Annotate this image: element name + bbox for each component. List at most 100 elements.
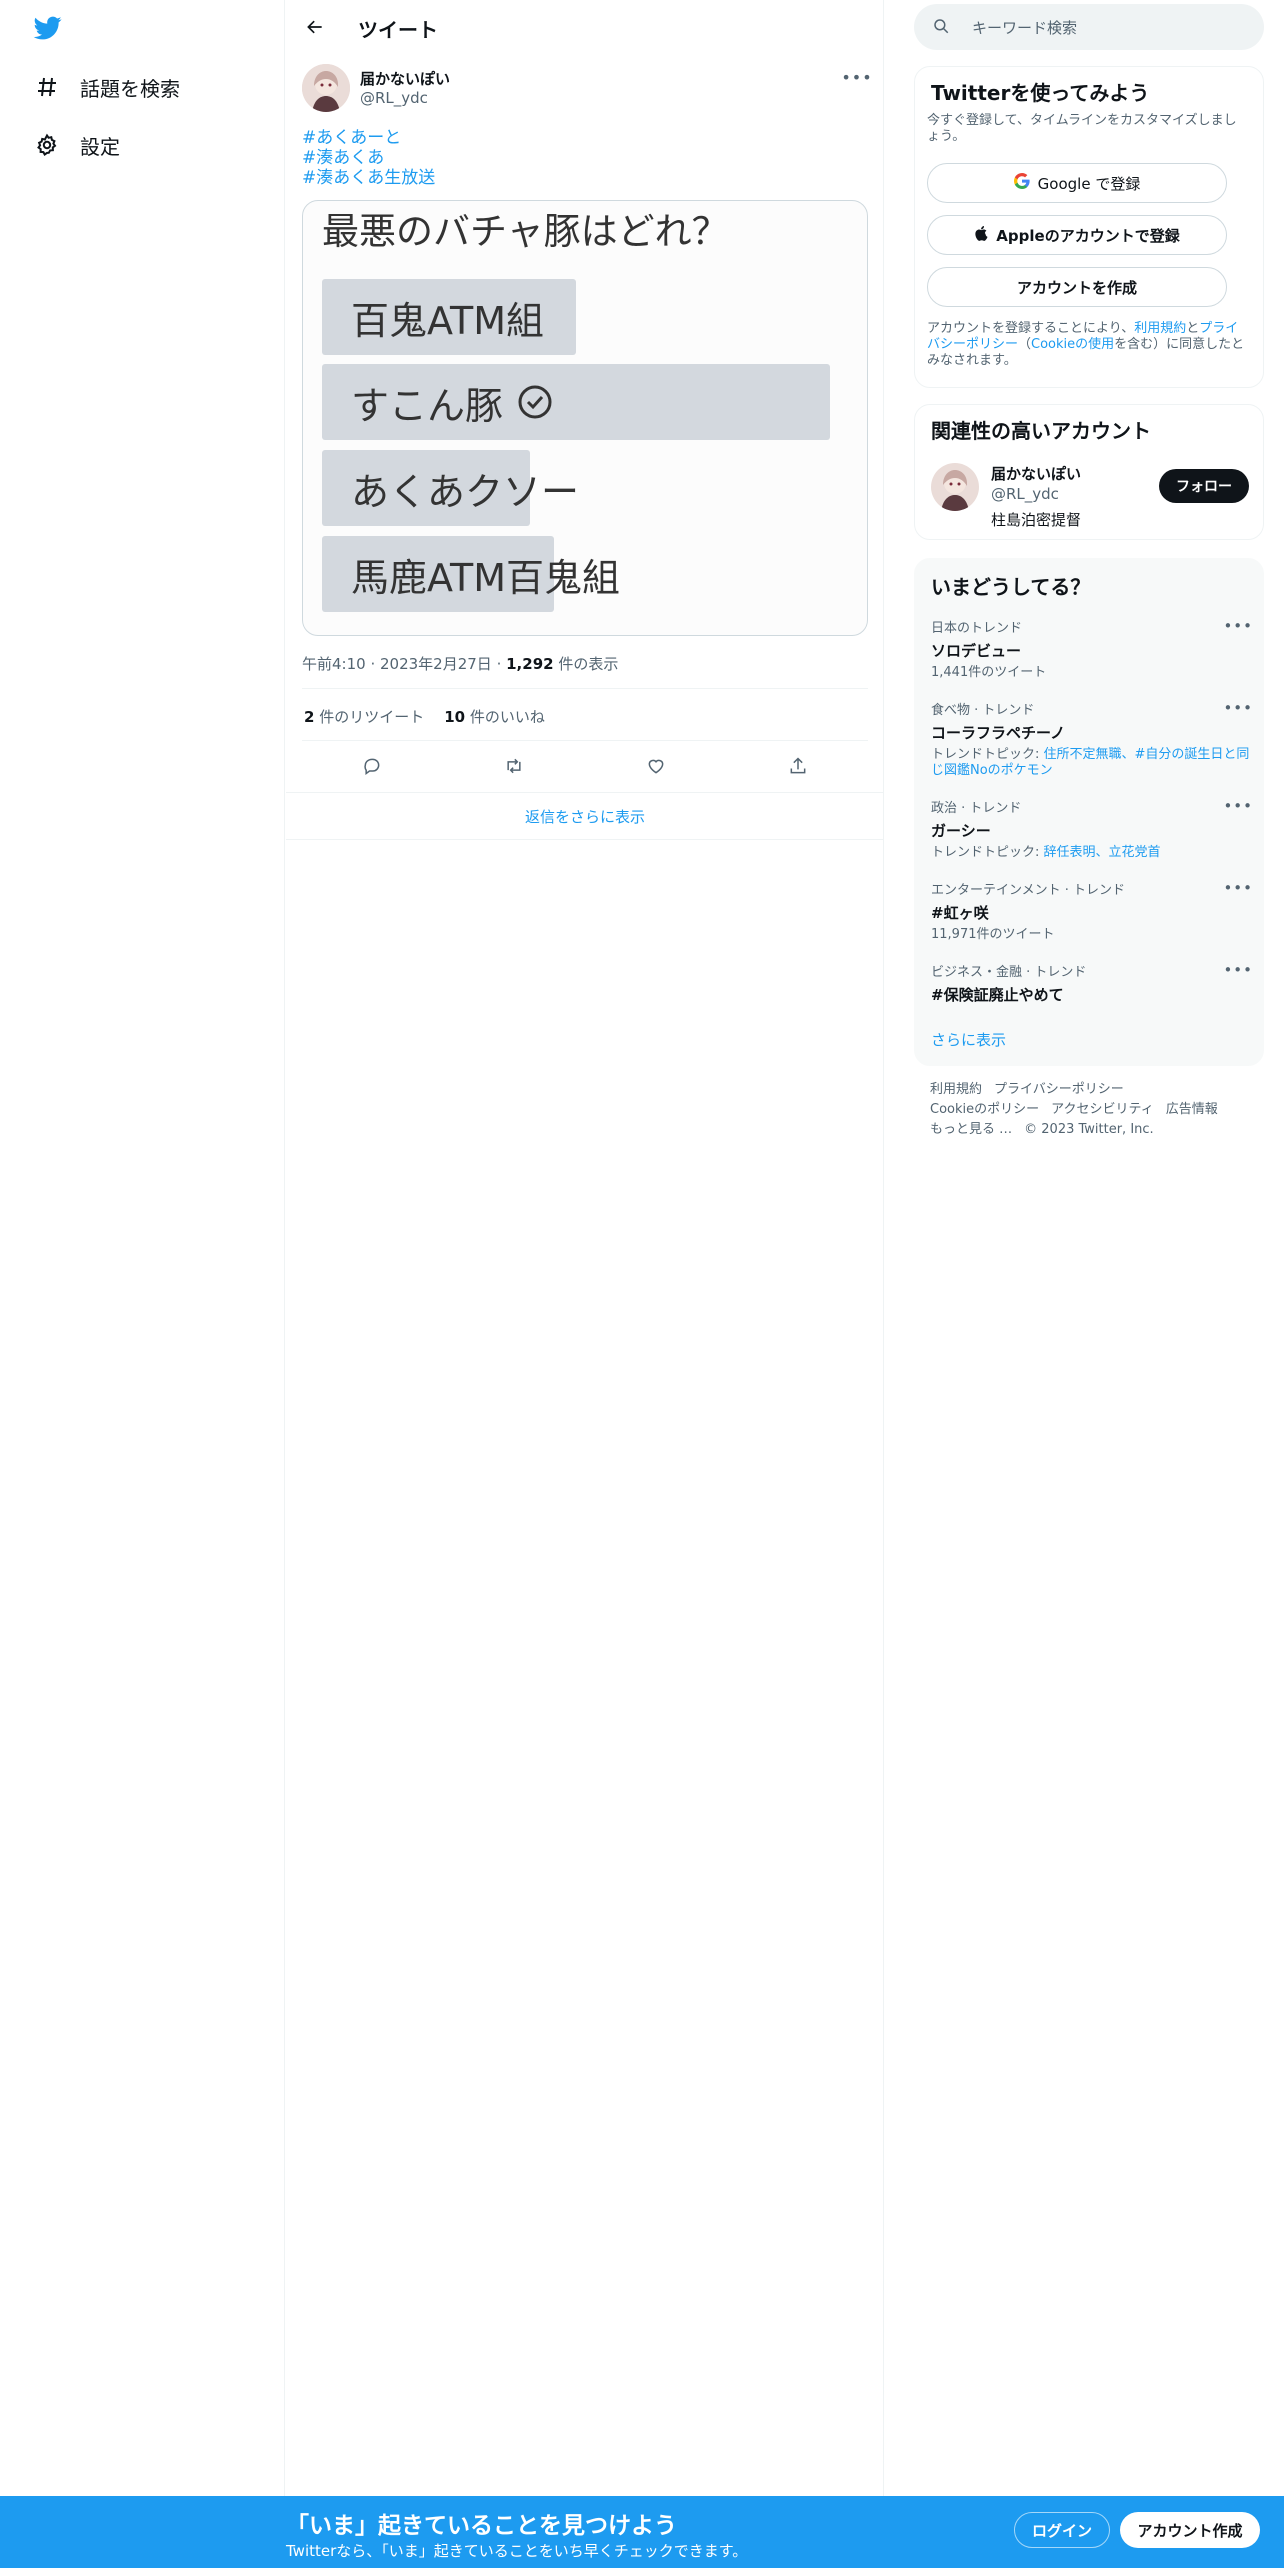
trend-sub: 1,441件のツイート — [931, 665, 1047, 680]
trend-sub: トレンドトピック: 住所不定無職、#自分の誕生日と同じ図鑑Noのポケモン — [931, 747, 1250, 778]
tweet-hashtags: #あくあーと #湊あくあ #湊あくあ生放送 — [302, 128, 435, 188]
poll-option-label: 馬鹿ATM百鬼組 — [351, 555, 621, 600]
apple-icon — [974, 225, 990, 245]
more-options-icon[interactable]: ••• — [1223, 617, 1253, 635]
page-title: ツイート — [358, 18, 438, 42]
tweet-image[interactable]: 最悪のバチャ豚はどれ？ 百鬼ATM組 すこん豚 あくあクソー 馬鹿ATM百鬼組 — [302, 200, 868, 636]
banner-title: 「いま」起きていることを見つけよう — [286, 2513, 677, 2539]
hashtag-link[interactable]: #あくあーと — [302, 128, 435, 148]
back-arrow-icon[interactable] — [300, 12, 330, 42]
twitter-logo-icon[interactable] — [32, 14, 64, 42]
tweet-stats: 2 件のリツイート 10 件のいいね — [304, 706, 545, 727]
trend-item[interactable]: ビジネス・金融 · トレンド #保険証廃止やめて ••• — [931, 961, 1253, 1005]
apple-signup-button[interactable]: Appleのアカウントで登録 — [927, 215, 1227, 255]
cookie-link[interactable]: Cookieの使用 — [1031, 337, 1114, 352]
more-options-icon[interactable]: ••• — [841, 66, 871, 88]
share-icon[interactable] — [784, 752, 812, 780]
nav-settings[interactable]: 設定 — [32, 125, 120, 165]
views-count: 1,292 — [506, 655, 554, 673]
more-options-icon[interactable]: ••• — [1223, 961, 1253, 979]
avatar[interactable] — [931, 463, 979, 511]
trend-sub: 11,971件のツイート — [931, 927, 1055, 942]
related-account-bio: 柱島泊密提督 — [991, 511, 1082, 529]
trend-name: コーラフラペチーノ — [931, 724, 1066, 742]
hashtag-link[interactable]: #湊あくあ — [302, 148, 435, 168]
more-options-icon[interactable]: ••• — [1223, 797, 1253, 815]
hashtag-link[interactable]: #湊あくあ生放送 — [302, 168, 435, 188]
poll-option-label: あくあクソー — [351, 469, 580, 514]
tweet-timestamp: 午前4:10 · 2023年2月27日 · 1,292 件の表示 — [302, 655, 619, 673]
trends-card: いまどうしてる？ 日本のトレンド ソロデビュー 1,441件のツイート ••• … — [914, 558, 1264, 1066]
terms-link[interactable]: 利用規約 — [1134, 321, 1186, 336]
like-icon[interactable] — [642, 752, 670, 780]
footer-link[interactable]: Cookieのポリシー — [930, 1102, 1039, 1117]
google-signup-button[interactable]: Google で登録 — [927, 163, 1227, 203]
divider — [302, 740, 868, 741]
login-button[interactable]: ログイン — [1014, 2512, 1110, 2548]
related-card-title: 関連性の高いアカウント — [931, 419, 1151, 443]
footer-link[interactable]: アクセシビリティ — [1051, 1102, 1154, 1117]
reply-icon[interactable] — [358, 752, 386, 780]
signup-button[interactable]: アカウント作成 — [1120, 2512, 1260, 2548]
show-more-trends-link[interactable]: さらに表示 — [931, 1029, 1006, 1050]
signup-card: Twitterを使ってみよう 今すぐ登録して、タイムラインをカスタマイズしましょ… — [914, 66, 1264, 388]
banner-subtitle: Twitterなら、「いま」起きていることをいち早くチェックできます。 — [286, 2542, 748, 2560]
hashtag-icon — [32, 72, 62, 102]
trend-category: 日本のトレンド — [931, 621, 1023, 636]
trend-name: ガーシー — [931, 822, 991, 840]
search-input[interactable]: キーワード検索 — [914, 4, 1264, 50]
main-column: ツイート 届かないぽい @RL_ydc ••• #あくあーと #湊あくあ #湊あ… — [286, 0, 884, 2496]
trend-category: 食べ物 · トレンド — [931, 703, 1035, 718]
trend-sub: トレンドトピック: 辞任表明、立花党首 — [931, 845, 1161, 860]
trend-item[interactable]: 日本のトレンド ソロデビュー 1,441件のツイート ••• — [931, 617, 1253, 681]
nav-explore-label: 話題を検索 — [80, 76, 180, 101]
related-account-name[interactable]: 届かないぽい — [991, 463, 1081, 484]
poll-image-title: 最悪のバチャ豚はどれ？ — [322, 210, 729, 253]
left-sidebar: 話題を検索 設定 — [0, 0, 285, 2496]
avatar[interactable] — [302, 64, 350, 112]
nav-explore[interactable]: 話題を検索 — [32, 67, 180, 107]
more-options-icon[interactable]: ••• — [1223, 879, 1253, 897]
create-account-button[interactable]: アカウントを作成 — [927, 267, 1227, 307]
trend-name: ソロデビュー — [931, 642, 1022, 660]
trend-item[interactable]: エンターテインメント · トレンド #虹ヶ咲 11,971件のツイート ••• — [931, 879, 1253, 943]
search-placeholder: キーワード検索 — [972, 19, 1078, 37]
copyright: © 2023 Twitter, Inc. — [1024, 1122, 1154, 1137]
tweet-time[interactable]: 午前4:10 — [302, 655, 366, 673]
gear-icon — [32, 130, 62, 160]
show-more-replies-link[interactable]: 返信をさらに表示 — [286, 792, 884, 840]
author-name[interactable]: 届かないぽい — [360, 68, 450, 89]
footer-link[interactable]: プライバシーポリシー — [994, 1082, 1124, 1097]
follow-button[interactable]: フォロー — [1159, 469, 1249, 503]
likes-stat[interactable]: 10 件のいいね — [444, 706, 545, 727]
poll-option-label: すこん豚 — [351, 376, 553, 428]
trend-category: エンターテインメント · トレンド — [931, 883, 1126, 898]
related-accounts-card: 関連性の高いアカウント 届かないぽい @RL_ydc 柱島泊密提督 フォロー — [914, 404, 1264, 540]
google-signup-label: Google で登録 — [1037, 174, 1141, 193]
trend-topic-links[interactable]: 辞任表明、立花党首 — [1044, 845, 1161, 860]
retweets-stat[interactable]: 2 件のリツイート — [304, 706, 424, 727]
trend-item[interactable]: 食べ物 · トレンド コーラフラペチーノ トレンドトピック: 住所不定無職、#自… — [931, 699, 1253, 779]
retweet-icon[interactable] — [500, 752, 528, 780]
related-account-handle[interactable]: @RL_ydc — [991, 485, 1059, 503]
signup-banner: 「いま」起きていることを見つけよう Twitterなら、「いま」起きていることを… — [0, 2496, 1284, 2568]
footer-link[interactable]: 利用規約 — [930, 1082, 982, 1097]
tweet-date[interactable]: 2023年2月27日 — [380, 655, 492, 673]
signup-card-subtitle: 今すぐ登録して、タイムラインをカスタマイズしましょう。 — [927, 113, 1237, 144]
google-icon — [1013, 173, 1030, 193]
checkmark-circle-icon — [517, 384, 553, 420]
footer-link[interactable]: 広告情報 — [1166, 1102, 1218, 1117]
footer-link[interactable]: もっと見る … — [930, 1122, 1012, 1137]
tweet-actions — [302, 746, 868, 786]
tweet-author: 届かないぽい @RL_ydc ••• — [302, 64, 872, 114]
author-handle[interactable]: @RL_ydc — [360, 89, 428, 107]
search-icon — [932, 17, 952, 37]
trend-item[interactable]: 政治 · トレンド ガーシー トレンドトピック: 辞任表明、立花党首 ••• — [931, 797, 1253, 861]
signup-card-title: Twitterを使ってみよう — [931, 81, 1150, 105]
trend-category: ビジネス・金融 · トレンド — [931, 965, 1087, 980]
more-options-icon[interactable]: ••• — [1223, 699, 1253, 717]
views-label: 件の表示 — [558, 655, 619, 673]
signup-terms: アカウントを登録することにより、利用規約とプライバシーポリシー（Cookieの使… — [927, 321, 1245, 368]
page-header: ツイート — [286, 0, 884, 53]
trends-card-title: いまどうしてる？ — [931, 575, 1091, 599]
